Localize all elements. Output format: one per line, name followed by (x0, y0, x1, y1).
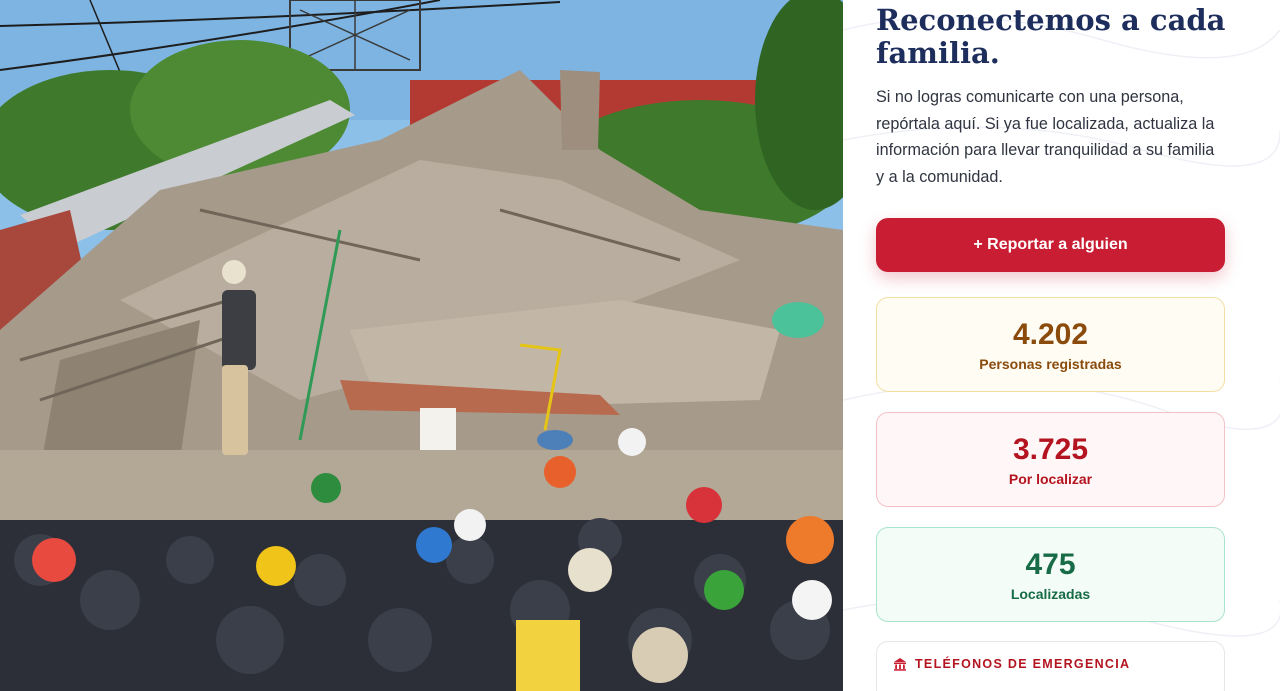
emergency-title: TELÉFONOS DE EMERGENCIA (915, 657, 1131, 671)
stat-card-pending: 3.725 Por localizar (876, 412, 1225, 507)
registered-label: Personas registradas (979, 356, 1122, 372)
emergency-phones-card[interactable]: TELÉFONOS DE EMERGENCIA (876, 641, 1225, 691)
right-panel: Reconectemos a cada familia. Si no logra… (843, 0, 1280, 691)
stat-card-registered: 4.202 Personas registradas (876, 297, 1225, 392)
page-title: Reconectemos a cada familia. (876, 3, 1226, 70)
located-count: 475 (1025, 548, 1076, 581)
stat-card-located: 475 Localizadas (876, 527, 1225, 622)
located-label: Localizadas (1010, 586, 1091, 602)
building-icon (894, 658, 906, 671)
rubble-rescue-scene (0, 0, 843, 691)
registered-count: 4.202 (1012, 318, 1089, 351)
emergency-header: TELÉFONOS DE EMERGENCIA (893, 657, 1130, 671)
hero-photo (0, 0, 843, 691)
pending-count: 3.725 (1012, 433, 1089, 466)
pending-label: Por localizar (1008, 471, 1093, 487)
report-person-button[interactable]: + Reportar a alguien (876, 218, 1225, 272)
intro-text: Si no logras comunicarte con una persona… (876, 88, 1215, 186)
